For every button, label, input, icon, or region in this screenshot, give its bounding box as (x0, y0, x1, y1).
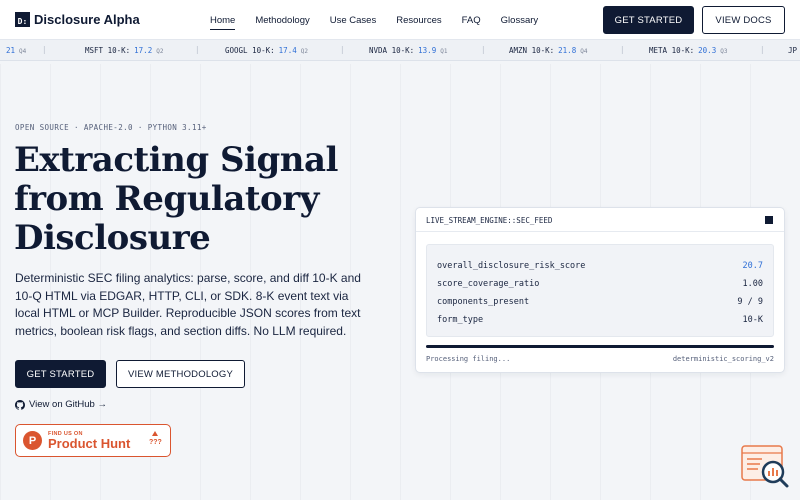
metric-row: overall_disclosure_risk_score 20.7 (437, 261, 763, 271)
hero-description: Deterministic SEC filing analytics: pars… (15, 271, 361, 338)
hero-headline: Extracting Signal from Regulatory Disclo… (14, 141, 394, 258)
logo-mark-icon: D: (15, 12, 30, 27)
ticker-item: 21 Q4 (6, 46, 26, 55)
ticker-separator: | (620, 45, 625, 54)
filing-ticker: | | | | | | 21 Q4 MSFT 10-K: 17.2 Q2 GOO… (0, 40, 800, 61)
ticker-separator: | (481, 45, 486, 54)
ticker-value: 20.3 (698, 46, 717, 55)
metric-value: 9 / 9 (737, 297, 763, 307)
metric-value: 1.00 (742, 279, 763, 289)
headline-line: Disclosure (14, 218, 211, 258)
ticker-label: GOOGL 10-K: (225, 46, 275, 55)
nav-resources[interactable]: Resources (396, 11, 441, 30)
nav-methodology[interactable]: Methodology (255, 11, 309, 30)
metric-key: overall_disclosure_risk_score (437, 261, 586, 271)
top-navigation: D: Disclosure Alpha Home Methodology Use… (0, 0, 800, 40)
headline-line: Extracting Signal (14, 140, 338, 180)
nav-get-started-button[interactable]: GET STARTED (603, 6, 694, 34)
floating-search-widget[interactable] (740, 444, 792, 490)
ticker-value: 17.2 (134, 46, 153, 55)
ticker-item: GOOGL 10-K: 17.4 Q2 (225, 46, 308, 55)
ticker-item: JP (788, 46, 797, 55)
panel-header: LIVE_STREAM_ENGINE::SEC_FEED (416, 208, 784, 232)
document-search-icon (741, 445, 789, 488)
github-link-label: View on GitHub → (29, 399, 107, 410)
ticker-value: 21 (6, 46, 16, 55)
ticker-separator: | (340, 45, 345, 54)
ticker-item: AMZN 10-K: 21.8 Q4 (509, 46, 587, 55)
ticker-separator: | (42, 45, 47, 54)
ticker-quarter: Q4 (19, 48, 27, 55)
view-methodology-button[interactable]: VIEW METHODOLOGY (116, 360, 245, 388)
progress-fill (426, 345, 774, 348)
nav-home[interactable]: Home (210, 11, 236, 30)
metric-value: 10-K (742, 315, 763, 325)
producthunt-text: FIND US ON Product Hunt (48, 431, 130, 451)
nav-view-docs-button[interactable]: VIEW DOCS (702, 6, 785, 34)
nav-use-cases[interactable]: Use Cases (330, 11, 376, 30)
metric-key: components_present (437, 297, 530, 307)
ticker-separator: | (195, 45, 200, 54)
stop-square-icon (765, 216, 773, 224)
ticker-item: NVDA 10-K: 13.9 Q1 (369, 46, 447, 55)
metrics-box: overall_disclosure_risk_score 20.7 score… (426, 244, 774, 337)
processing-status: Processing filing... (426, 355, 511, 363)
ticker-item: MSFT 10-K: 17.2 Q2 (85, 46, 163, 55)
metric-key: form_type (437, 315, 484, 325)
ticker-quarter: Q3 (720, 48, 728, 55)
ticker-separator: | (760, 45, 765, 54)
brand-name: Disclosure Alpha (34, 12, 140, 27)
github-link[interactable]: View on GitHub → (15, 399, 107, 410)
metric-value: 20.7 (742, 261, 763, 271)
metric-row: form_type 10-K (437, 315, 763, 325)
ticker-label: NVDA 10-K: (369, 46, 415, 55)
producthunt-big-label: Product Hunt (48, 435, 131, 451)
producthunt-p-icon: P (23, 431, 42, 450)
live-stream-panel: LIVE_STREAM_ENGINE::SEC_FEED overall_dis… (415, 207, 785, 373)
ticker-label: META 10-K: (649, 46, 695, 55)
hero-tagline: OPEN SOURCE · APACHE-2.0 · PYTHON 3.11+ (15, 123, 207, 132)
nav-faq[interactable]: FAQ (462, 11, 481, 30)
producthunt-upvote: ??? (149, 431, 162, 446)
metric-row: components_present 9 / 9 (437, 297, 763, 307)
ticker-label: JP (788, 46, 798, 55)
ticker-value: 17.4 (278, 46, 297, 55)
metric-row: score_coverage_ratio 1.00 (437, 279, 763, 289)
panel-footer: Processing filing... deterministic_scori… (426, 355, 774, 363)
processing-progress-bar (426, 345, 774, 348)
panel-title: LIVE_STREAM_ENGINE::SEC_FEED (426, 216, 553, 225)
ticker-quarter: Q2 (300, 48, 308, 55)
ticker-label: AMZN 10-K: (509, 46, 555, 55)
hero-get-started-button[interactable]: GET STARTED (15, 360, 106, 388)
producthunt-badge[interactable]: P FIND US ON Product Hunt ??? (15, 424, 171, 457)
metric-key: score_coverage_ratio (437, 279, 540, 289)
upvote-arrow-icon (152, 431, 159, 436)
nav-glossary[interactable]: Glossary (501, 11, 538, 30)
engine-name: deterministic_scoring_v2 (672, 355, 774, 363)
ticker-item: META 10-K: 20.3 Q3 (649, 46, 727, 55)
ticker-value: 13.9 (418, 46, 437, 55)
ticker-quarter: Q4 (580, 48, 588, 55)
github-icon (15, 399, 25, 410)
ticker-value: 21.8 (558, 46, 577, 55)
headline-line: from Regulatory (14, 179, 319, 219)
upvote-count: ??? (149, 439, 162, 446)
ticker-quarter: Q2 (156, 48, 164, 55)
ticker-quarter: Q1 (440, 48, 448, 55)
ticker-label: MSFT 10-K: (85, 46, 131, 55)
main-menu: Home Methodology Use Cases Resources FAQ… (210, 0, 558, 40)
brand-logo[interactable]: D: Disclosure Alpha (15, 12, 140, 27)
